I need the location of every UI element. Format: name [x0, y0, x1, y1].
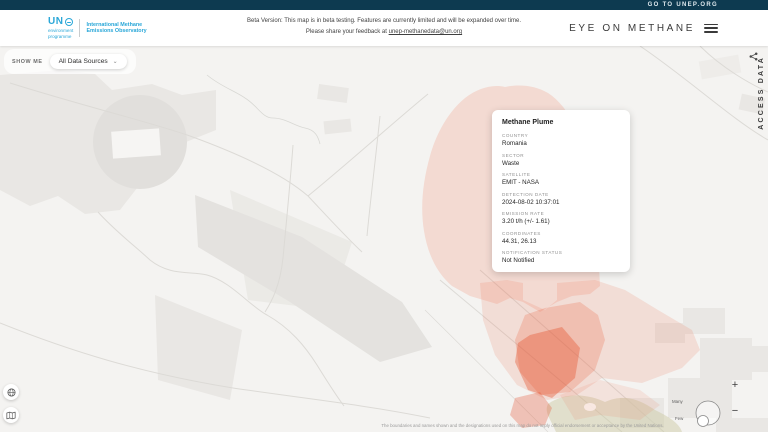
map-tool-buttons: [3, 384, 19, 423]
page-title: EYE ON METHANE: [569, 23, 695, 34]
share-icon: [749, 52, 758, 61]
un-sub-line2: programme: [48, 34, 73, 39]
top-utility-bar: GO TO UNEP.ORG: [0, 0, 768, 10]
beta-notice: Beta Version: This map is in beta testin…: [234, 16, 534, 38]
field-value: 3.20 t/h (+/- 1.61): [502, 218, 620, 225]
field-label: SECTOR: [502, 153, 620, 158]
popup-field-sector: SECTOR Waste: [502, 153, 620, 167]
methane-plume-popup: Methane Plume COUNTRY Romania SECTOR Was…: [492, 110, 630, 272]
un-logo-text: UN: [48, 17, 63, 27]
feedback-email-link[interactable]: unep-methanedata@un.org: [389, 29, 462, 35]
field-value: EMIT - NASA: [502, 179, 620, 186]
legend-map-button[interactable]: [3, 407, 19, 423]
field-value: Romania: [502, 140, 620, 147]
legend-many-label: Many: [672, 399, 683, 404]
map-stadium-field: [111, 128, 161, 158]
cluster-size-legend: Many Few: [672, 394, 732, 432]
field-value: Waste: [502, 160, 620, 167]
chevron-down-icon: ⌄: [113, 60, 118, 64]
menu-hamburger-icon[interactable]: [704, 24, 718, 33]
popup-field-detection-date: DETECTION DATE 2024-08-02 10:37:01: [502, 192, 620, 206]
map-canvas[interactable]: [0, 46, 768, 432]
show-me-label: SHOW ME: [12, 59, 43, 65]
popup-field-satellite: SATELLITE EMIT - NASA: [502, 172, 620, 186]
legend-few-label: Few: [675, 416, 683, 421]
basemap-globe-button[interactable]: [3, 384, 19, 400]
globe-icon: [7, 388, 16, 397]
field-label: EMISSION RATE: [502, 211, 620, 216]
popup-title: Methane Plume: [502, 119, 620, 126]
folded-map-icon: [6, 411, 16, 420]
beta-notice-line2: Please share your feedback at unep-metha…: [234, 27, 534, 38]
un-emblem-icon: [65, 18, 73, 26]
popup-field-country: COUNTRY Romania: [502, 133, 620, 147]
filter-panel: SHOW ME All Data Sources ⌄: [4, 49, 136, 74]
go-to-unep-link[interactable]: GO TO UNEP.ORG: [648, 2, 718, 8]
field-label: DETECTION DATE: [502, 192, 620, 197]
field-label: COORDINATES: [502, 231, 620, 236]
beta-notice-line1: Beta Version: This map is in beta testin…: [234, 16, 534, 27]
app-header: UN environment programme International M…: [0, 10, 768, 46]
imeo-wordmark: International Methane Emissions Observat…: [86, 22, 146, 36]
field-label: SATELLITE: [502, 172, 620, 177]
unep-logo[interactable]: UN environment programme International M…: [48, 17, 147, 40]
popup-field-notification-status: NOTIFICATION STATUS Not Notified: [502, 250, 620, 264]
zoom-in-button[interactable]: +: [728, 378, 742, 392]
access-data-tab[interactable]: ACCESS DATA: [758, 56, 765, 130]
map-attribution: The boundaries and names shown and the d…: [375, 423, 670, 428]
field-value: 44.31, 26.13: [502, 238, 620, 245]
field-value: Not Notified: [502, 257, 620, 264]
field-value: 2024-08-02 10:37:01: [502, 199, 620, 206]
title-group: EYE ON METHANE: [569, 10, 718, 46]
popup-field-coordinates: COORDINATES 44.31, 26.13: [502, 231, 620, 245]
un-sub-line1: environment: [48, 28, 73, 33]
un-environment-logo: UN environment programme: [48, 17, 73, 40]
field-label: NOTIFICATION STATUS: [502, 250, 620, 255]
map-container: SHOW ME All Data Sources ⌄ ACCESS DATA M…: [0, 46, 768, 432]
data-sources-dropdown[interactable]: All Data Sources ⌄: [50, 54, 127, 69]
field-label: COUNTRY: [502, 133, 620, 138]
cluster-circles-icon: [690, 394, 730, 432]
zoom-out-button[interactable]: −: [728, 404, 742, 418]
beta-feedback-text: Please share your feedback at: [306, 29, 389, 35]
imeo-line2: Emissions Observatory: [86, 28, 146, 35]
zoom-controls: + −: [728, 378, 742, 418]
data-sources-value: All Data Sources: [59, 58, 108, 65]
imeo-line1: International Methane: [86, 22, 146, 29]
logo-divider: [79, 19, 80, 37]
popup-field-emission-rate: EMISSION RATE 3.20 t/h (+/- 1.61): [502, 211, 620, 225]
